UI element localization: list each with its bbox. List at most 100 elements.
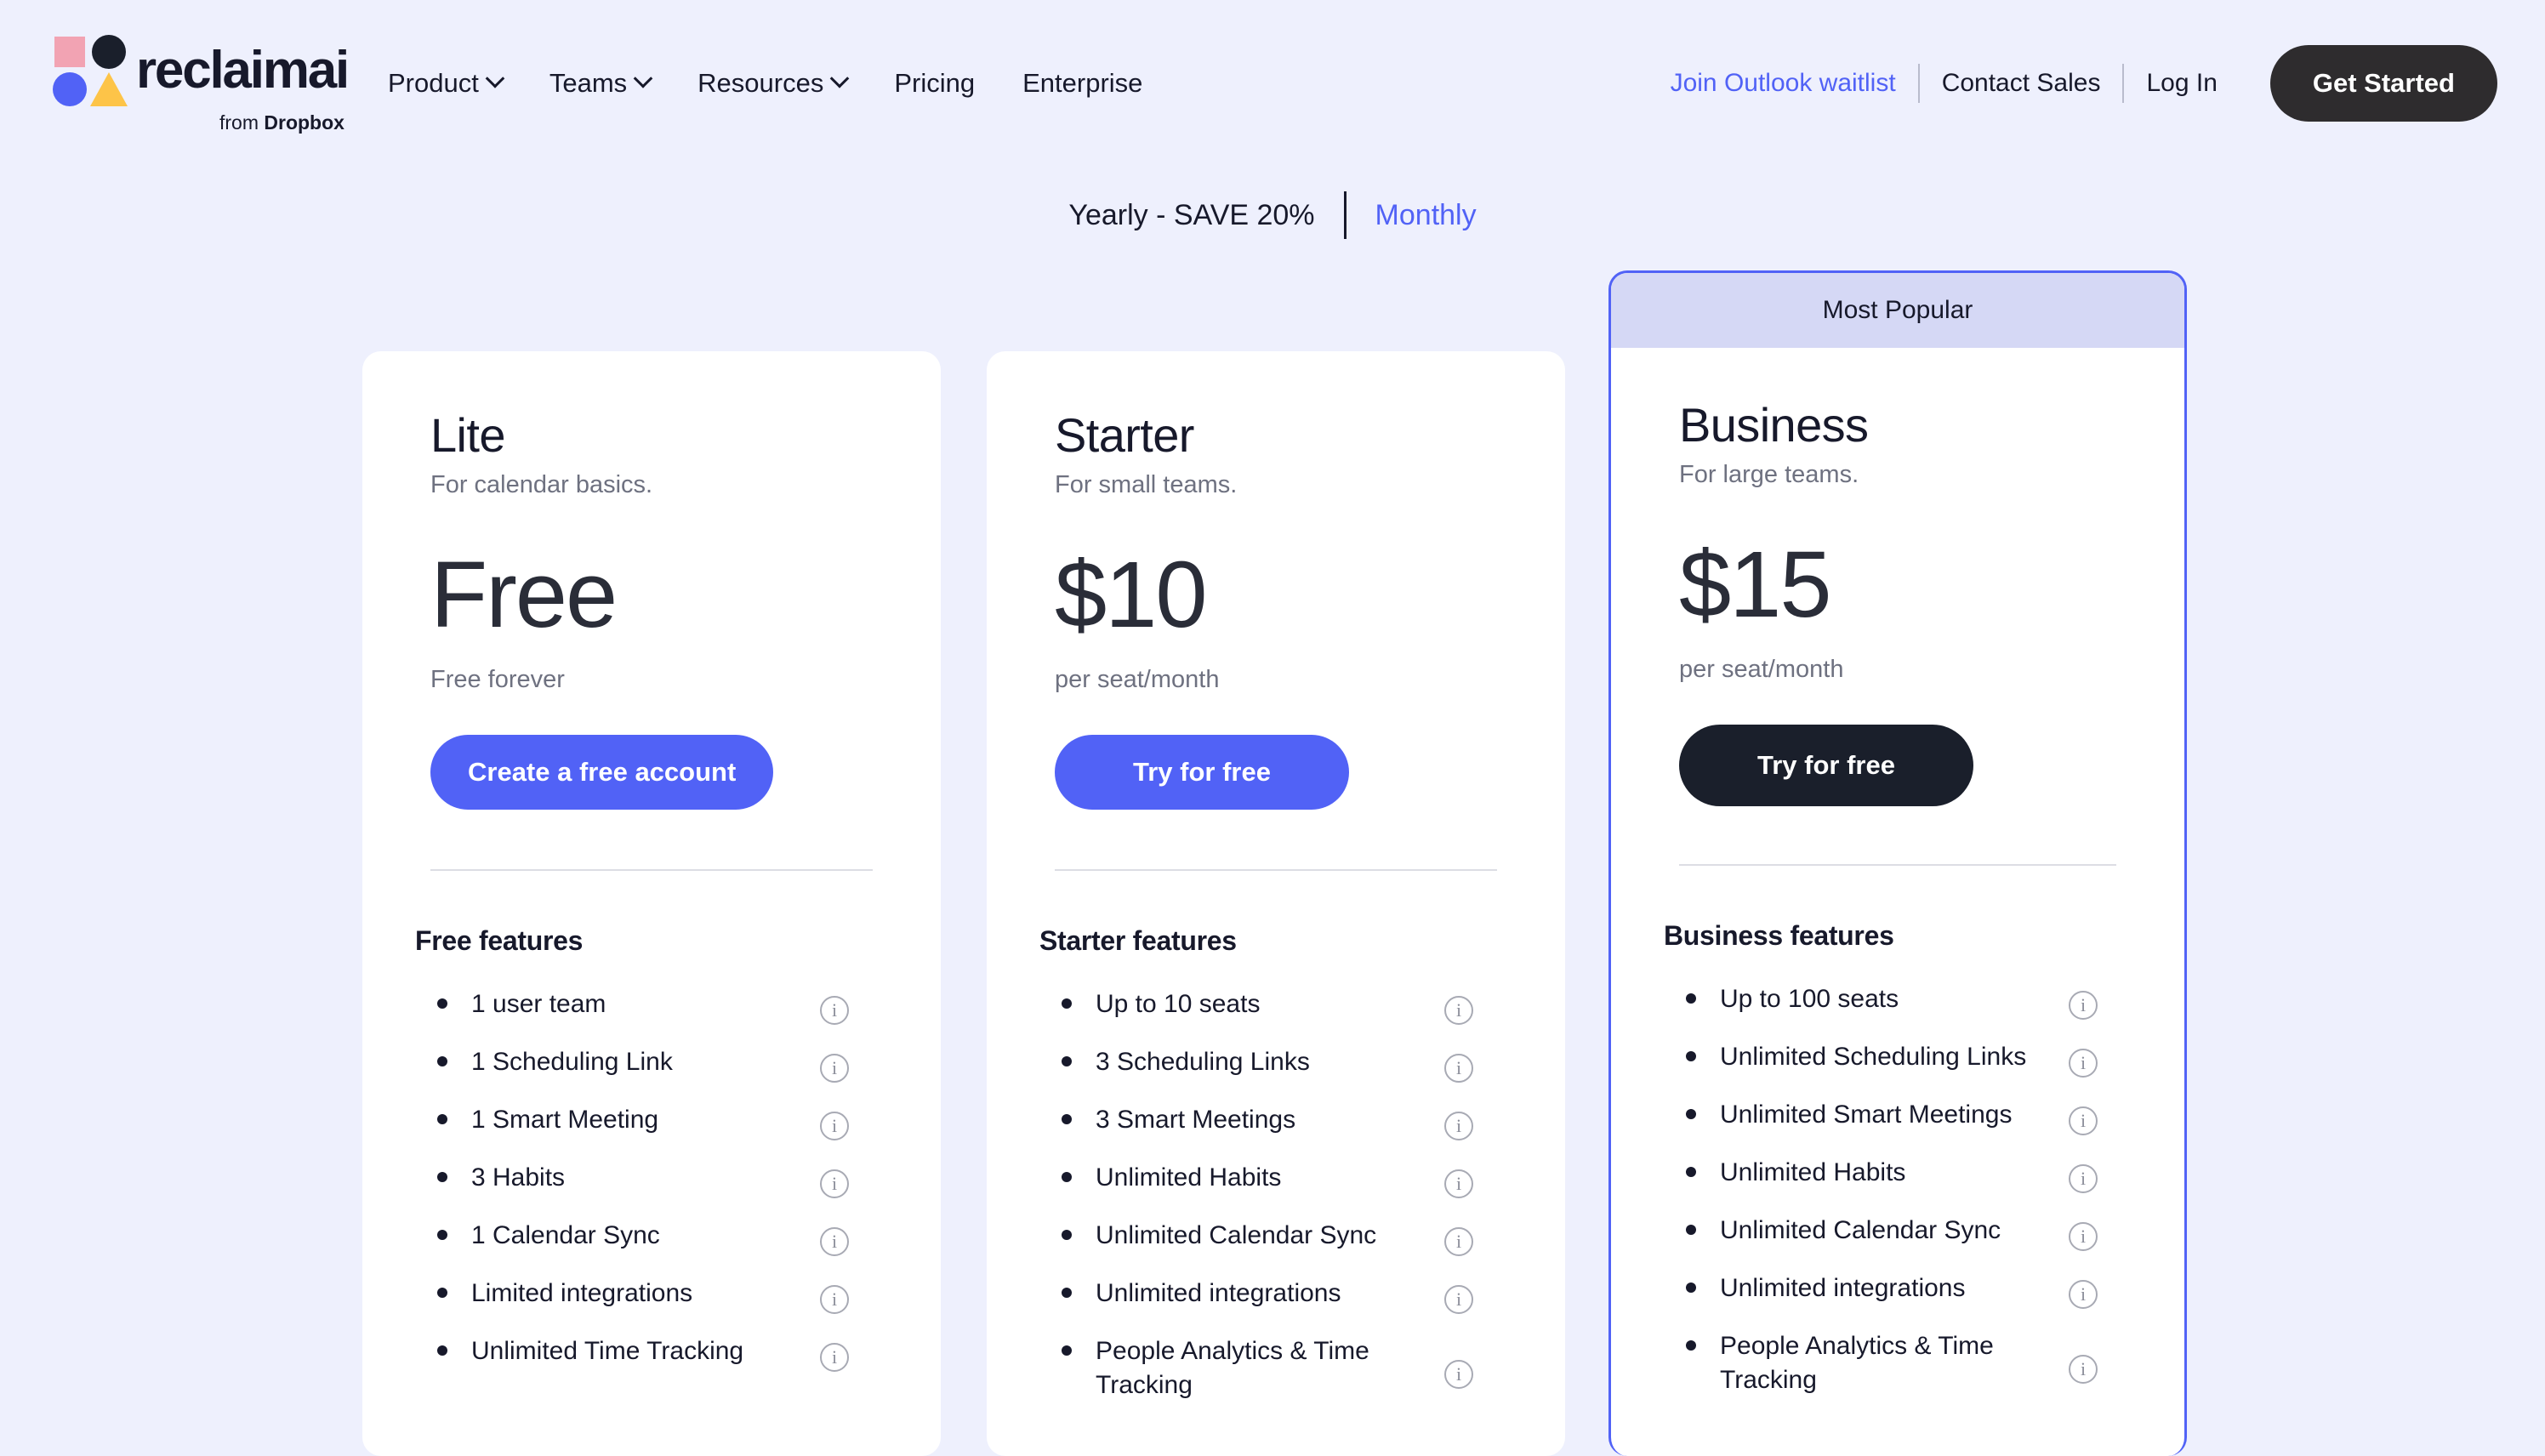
list-item: 1 Smart Meeting i: [415, 1091, 888, 1149]
info-icon[interactable]: i: [2069, 1354, 2098, 1384]
info-icon[interactable]: i: [820, 1053, 849, 1083]
bullet-icon: [437, 1055, 447, 1066]
features-title-business: Business features: [1664, 919, 1894, 951]
feature-label: People Analytics & Time Tracking: [1720, 1331, 1994, 1394]
feature-label: 1 Calendar Sync: [471, 1220, 660, 1249]
info-icon[interactable]: i: [2069, 1279, 2098, 1309]
feature-label: Limited integrations: [471, 1278, 693, 1307]
create-free-account-button[interactable]: Create a free account: [430, 734, 774, 810]
bullet-icon: [1062, 1055, 1072, 1066]
list-item: People Analytics & Time Tracking i: [1039, 1322, 1512, 1402]
info-icon[interactable]: i: [820, 1342, 849, 1372]
feature-label: 3 Habits: [471, 1163, 566, 1192]
list-item: People Analytics & Time Tracking i: [1664, 1317, 2132, 1397]
pricing-card-starter: Starter For small teams. $10 per seat/mo…: [987, 351, 1565, 1456]
features-section-starter: Starter features Up to 10 seats i 3 Sche…: [987, 871, 1565, 1402]
info-icon[interactable]: i: [1444, 1284, 1473, 1314]
info-icon[interactable]: i: [2069, 1163, 2098, 1193]
info-icon[interactable]: i: [2069, 1048, 2098, 1078]
info-icon[interactable]: i: [820, 1169, 849, 1198]
list-item: Unlimited Time Tracking i: [415, 1322, 888, 1380]
bullet-icon: [437, 1171, 447, 1182]
feature-label: 1 Scheduling Link: [471, 1047, 673, 1076]
bullet-icon: [1062, 1171, 1072, 1182]
plan-name-business: Business: [1679, 398, 1869, 452]
feature-label: 3 Smart Meetings: [1096, 1105, 1296, 1134]
card-header-starter: Starter For small teams. $10 per seat/mo…: [987, 351, 1565, 871]
feature-label: Unlimited Habits: [1096, 1163, 1282, 1192]
info-icon[interactable]: i: [1444, 1053, 1473, 1083]
info-icon[interactable]: i: [1444, 1226, 1473, 1256]
bullet-icon: [1686, 1282, 1696, 1293]
bullet-icon: [1062, 1287, 1072, 1298]
bullet-icon: [437, 1229, 447, 1240]
feature-label: Unlimited Calendar Sync: [1720, 1215, 2001, 1244]
feature-label: Up to 10 seats: [1096, 989, 1261, 1018]
feature-list-business: Up to 100 seats i Unlimited Scheduling L…: [1664, 970, 2132, 1397]
try-for-free-button-business[interactable]: Try for free: [1679, 724, 1973, 806]
info-icon[interactable]: i: [820, 995, 849, 1025]
plan-price-starter: $10: [1055, 542, 1208, 647]
info-icon[interactable]: i: [1444, 1111, 1473, 1140]
list-item: 1 Scheduling Link i: [415, 1033, 888, 1091]
pricing-card-business: Most Popular Business For large teams. $…: [1608, 270, 2187, 1456]
features-section-lite: Free features 1 user team i 1 Scheduling…: [362, 871, 941, 1380]
bullet-icon: [1686, 992, 1696, 1004]
plan-period-starter: per seat/month: [1055, 665, 1220, 693]
bullet-icon: [1062, 1345, 1072, 1356]
bullet-icon: [1686, 1339, 1696, 1351]
bullet-icon: [1686, 1108, 1696, 1119]
plan-tagline-lite: For calendar basics.: [430, 470, 653, 498]
most-popular-badge: Most Popular: [1611, 273, 2184, 348]
features-section-business: Business features Up to 100 seats i Unli…: [1611, 866, 2184, 1397]
list-item: Unlimited Smart Meetings i: [1664, 1086, 2132, 1144]
try-for-free-button-starter[interactable]: Try for free: [1055, 734, 1349, 810]
plan-tagline-business: For large teams.: [1679, 460, 1859, 488]
feature-label: 1 user team: [471, 989, 606, 1018]
info-icon[interactable]: i: [2069, 1106, 2098, 1135]
card-header-business: Business For large teams. $15 per seat/m…: [1611, 348, 2184, 866]
feature-label: Unlimited integrations: [1720, 1273, 1966, 1302]
bullet-icon: [437, 998, 447, 1009]
list-item: Unlimited Habits i: [1664, 1144, 2132, 1202]
feature-label: Unlimited Habits: [1720, 1157, 1906, 1186]
feature-list-lite: 1 user team i 1 Scheduling Link i 1 Smar…: [415, 975, 888, 1380]
features-title-starter: Starter features: [1039, 924, 1237, 956]
list-item: 1 Calendar Sync i: [415, 1207, 888, 1265]
bullet-icon: [437, 1345, 447, 1356]
pricing-cards: Lite For calendar basics. Free Free fore…: [0, 0, 2545, 1456]
feature-label: Unlimited Calendar Sync: [1096, 1220, 1377, 1249]
info-icon[interactable]: i: [2069, 1221, 2098, 1251]
bullet-icon: [1686, 1050, 1696, 1061]
info-icon[interactable]: i: [1444, 1169, 1473, 1198]
feature-label: 1 Smart Meeting: [471, 1105, 659, 1134]
feature-label: People Analytics & Time Tracking: [1096, 1336, 1369, 1399]
feature-label: Unlimited Smart Meetings: [1720, 1100, 2013, 1129]
list-item: Up to 10 seats i: [1039, 975, 1512, 1033]
info-icon[interactable]: i: [820, 1226, 849, 1256]
info-icon[interactable]: i: [1444, 1359, 1473, 1389]
plan-period-lite: Free forever: [430, 665, 565, 693]
bullet-icon: [437, 1287, 447, 1298]
bullet-icon: [1686, 1166, 1696, 1177]
feature-label: Unlimited Time Tracking: [471, 1336, 744, 1365]
feature-label: Unlimited integrations: [1096, 1278, 1341, 1307]
bullet-icon: [1062, 998, 1072, 1009]
bullet-icon: [1062, 1113, 1072, 1124]
list-item: 3 Smart Meetings i: [1039, 1091, 1512, 1149]
bullet-icon: [437, 1113, 447, 1124]
list-item: Up to 100 seats i: [1664, 970, 2132, 1028]
list-item: Unlimited Calendar Sync i: [1039, 1207, 1512, 1265]
list-item: 1 user team i: [415, 975, 888, 1033]
list-item: Limited integrations i: [415, 1265, 888, 1322]
plan-price-business: $15: [1679, 532, 1832, 637]
info-icon[interactable]: i: [820, 1111, 849, 1140]
plan-price-lite: Free: [430, 542, 618, 647]
feature-label: Up to 100 seats: [1720, 984, 1899, 1013]
card-header-lite: Lite For calendar basics. Free Free fore…: [362, 351, 941, 871]
pricing-card-lite: Lite For calendar basics. Free Free fore…: [362, 351, 941, 1456]
info-icon[interactable]: i: [2069, 990, 2098, 1020]
features-title-lite: Free features: [415, 924, 584, 956]
info-icon[interactable]: i: [1444, 995, 1473, 1025]
info-icon[interactable]: i: [820, 1284, 849, 1314]
